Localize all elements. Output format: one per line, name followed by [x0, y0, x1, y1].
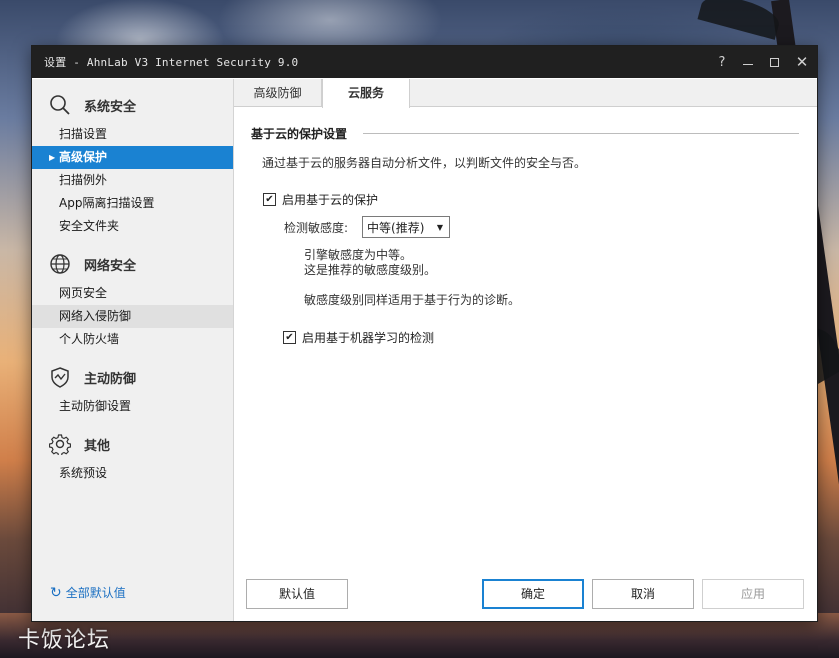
enable-cloud-label[interactable]: 启用基于云的保护: [282, 191, 378, 208]
sensitivity-value: 中等(推荐): [367, 220, 425, 235]
sidebar-item-app-isolation[interactable]: App隔离扫描设置: [32, 192, 233, 215]
sidebar-item-network-intrusion[interactable]: 网络入侵防御: [32, 305, 233, 328]
globe-icon: [48, 252, 72, 276]
section-title: 主动防御: [84, 371, 137, 387]
window-title: 设置 - AhnLab V3 Internet Security 9.0: [44, 56, 299, 69]
default-button[interactable]: 默认值: [246, 579, 348, 609]
sensitivity-row: 检测敏感度: 中等(推荐) ▼: [284, 216, 799, 238]
enable-cloud-checkbox[interactable]: ✔: [263, 193, 276, 206]
title-bar[interactable]: 设置 - AhnLab V3 Internet Security 9.0 ? ✕: [32, 46, 817, 78]
sensitivity-dropdown[interactable]: 中等(推荐) ▼: [362, 216, 451, 238]
tab-bar: 高级防御 云服务: [234, 79, 817, 108]
divider: [363, 133, 799, 134]
info-line: 这是推荐的敏感度级别。: [304, 263, 437, 277]
sidebar-section-active-defense: 主动防御: [32, 359, 233, 395]
enable-ml-label[interactable]: 启用基于机器学习的检测: [302, 329, 434, 346]
cloud-settings-content: 基于云的保护设置 通过基于云的服务器自动分析文件，以判断文件的安全与否。 ✔ 启…: [234, 107, 817, 346]
section-title: 网络安全: [84, 258, 137, 274]
close-icon: ✕: [795, 53, 809, 71]
reset-all-defaults-link[interactable]: ↻ 全部默认值: [50, 584, 126, 601]
settings-window: 设置 - AhnLab V3 Internet Security 9.0 ? ✕…: [31, 45, 818, 622]
sensitivity-label: 检测敏感度:: [284, 220, 349, 235]
tab-advanced-defense[interactable]: 高级防御: [234, 79, 322, 106]
watermark-text: 卡饭论坛: [18, 628, 111, 653]
sidebar: 系统安全 扫描设置 ▶ 高级保护 扫描例外 App隔离扫描设置 安全文件夹 网络安…: [32, 79, 234, 621]
info-note: 敏感度级别同样适用于基于行为的诊断。: [304, 293, 521, 307]
enable-ml-detection-row[interactable]: ✔ 启用基于机器学习的检测: [283, 329, 799, 346]
description-text: 通过基于云的服务器自动分析文件，以判断文件的安全与否。: [262, 156, 587, 170]
sidebar-section-system: 系统安全: [32, 87, 233, 123]
search-icon: [48, 93, 72, 117]
sidebar-item-advanced-protection[interactable]: ▶ 高级保护: [32, 146, 233, 169]
enable-cloud-protection-row[interactable]: ✔ 启用基于云的保护: [263, 191, 799, 208]
section-title: 系统安全: [84, 99, 137, 115]
caret-down-icon: ▼: [436, 222, 444, 232]
refresh-icon: ↻: [50, 584, 62, 601]
reset-all-label: 全部默认值: [65, 586, 126, 600]
sidebar-item-web-security[interactable]: 网页安全: [32, 282, 233, 305]
group-title: 基于云的保护设置: [251, 127, 348, 141]
sidebar-item-system-presets[interactable]: 系统预设: [32, 462, 233, 485]
group-header: 基于云的保护设置: [251, 125, 799, 142]
sidebar-item-scan-exceptions[interactable]: 扫描例外: [32, 169, 233, 192]
button-bar: 默认值 确定 取消 应用: [246, 579, 804, 609]
help-button[interactable]: ?: [709, 46, 735, 78]
section-title: 其他: [84, 438, 111, 454]
sidebar-item-active-defense-settings[interactable]: 主动防御设置: [32, 395, 233, 418]
sensitivity-info: 引擎敏感度为中等。 这是推荐的敏感度级别。: [304, 248, 799, 278]
help-icon: ?: [718, 54, 726, 70]
info-line: 引擎敏感度为中等。: [304, 248, 413, 262]
minimize-button[interactable]: [735, 46, 761, 78]
sidebar-item-scan-settings[interactable]: 扫描设置: [32, 123, 233, 146]
maximize-button[interactable]: [761, 46, 787, 78]
maximize-icon: [769, 57, 779, 67]
main-panel: 高级防御 云服务 基于云的保护设置 通过基于云的服务器自动分析文件，以判断文件的…: [234, 79, 817, 621]
ok-button[interactable]: 确定: [482, 579, 584, 609]
tab-cloud-service[interactable]: 云服务: [322, 79, 410, 108]
shield-icon: [48, 365, 72, 389]
sidebar-item-label: 高级保护: [59, 150, 108, 164]
sidebar-item-firewall[interactable]: 个人防火墙: [32, 328, 233, 351]
sidebar-section-other: 其他: [32, 426, 233, 462]
enable-ml-checkbox[interactable]: ✔: [283, 331, 296, 344]
sidebar-section-network: 网络安全: [32, 246, 233, 282]
sidebar-item-secure-folder[interactable]: 安全文件夹: [32, 215, 233, 238]
gear-icon: [48, 432, 72, 456]
cancel-button[interactable]: 取消: [592, 579, 694, 609]
apply-button[interactable]: 应用: [702, 579, 804, 609]
chevron-right-icon: ▶: [49, 153, 56, 162]
close-button[interactable]: ✕: [787, 46, 817, 78]
minimize-icon: [743, 63, 753, 65]
